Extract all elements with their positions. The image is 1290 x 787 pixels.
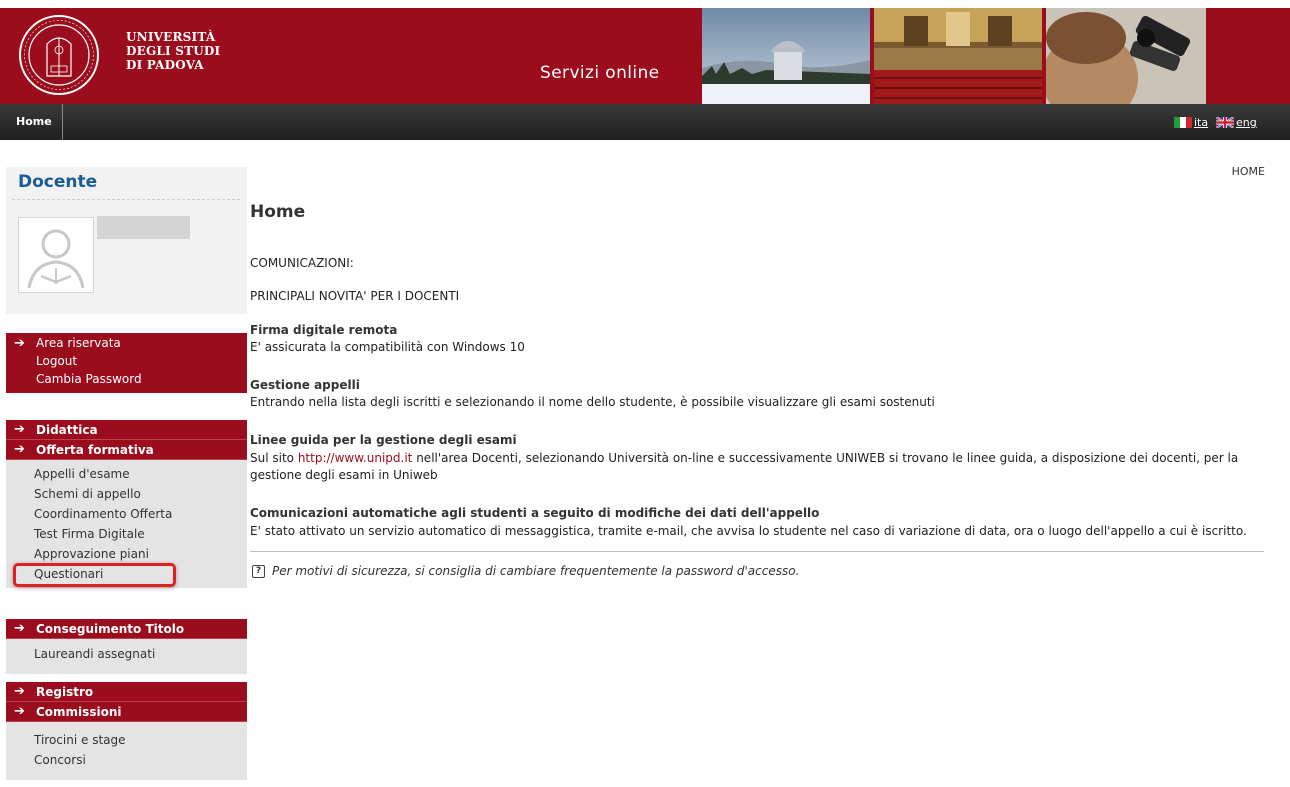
page-title: Home — [250, 202, 306, 222]
menu-header-didattica[interactable]: ➔ Didattica — [6, 420, 247, 440]
divider — [250, 551, 1264, 552]
menu-header-offerta-formativa[interactable]: ➔ Offerta formativa — [6, 440, 247, 460]
arrow-right-icon: ➔ — [14, 684, 25, 699]
user-name-placeholder — [97, 216, 190, 239]
lang-ita-link[interactable]: ita — [1194, 116, 1208, 129]
site-header: UNIVERSITÀ DEGLI STUDI DI PADOVA Servizi… — [0, 8, 1290, 104]
menu-item-approvazione-piani[interactable]: Approvazione piani — [6, 544, 247, 564]
university-name-line: UNIVERSITÀ — [126, 30, 216, 44]
arrow-right-icon: ➔ — [14, 704, 25, 719]
menu-header-registro[interactable]: ➔ Registro — [6, 682, 247, 702]
section-body-text: nell'area Docenti, selezionando Universi… — [412, 451, 1239, 465]
section-body: E' stato attivato un servizio automatico… — [250, 524, 1247, 538]
top-nav-bar: Home ita eng — [0, 104, 1290, 140]
divider — [12, 199, 240, 200]
menu-header-label: Offerta formativa — [36, 443, 154, 457]
registro-menu: ➔ Registro ➔ Commissioni Tirocini e stag… — [6, 682, 247, 780]
reserved-area-box: ➔ Area riservata Logout Cambia Password — [6, 333, 247, 393]
university-seal-logo[interactable] — [18, 14, 100, 96]
menu-item-test-firma-digitale[interactable]: Test Firma Digitale — [6, 524, 247, 544]
breadcrumb[interactable]: HOME — [1232, 165, 1265, 178]
menu-item-cambia-password[interactable]: Cambia Password — [36, 372, 142, 386]
menu-header-label: Commissioni — [36, 705, 122, 719]
section-body: gestione degli esami in Uniweb — [250, 468, 438, 482]
section-title: Firma digitale remota — [250, 323, 398, 337]
menu-item-laureandi-assegnati[interactable]: Laureandi assegnati — [6, 644, 247, 664]
section-body: Entrando nella lista degli iscritti e se… — [250, 395, 935, 409]
avatar-placeholder-icon — [18, 217, 94, 293]
menu-header-commissioni[interactable]: ➔ Commissioni — [6, 702, 247, 722]
conseguimento-menu: ➔ Conseguimento Titolo Laureandi assegna… — [6, 619, 247, 674]
menu-item-tirocini-stage[interactable]: Tirocini e stage — [6, 730, 247, 750]
commissioni-submenu: Tirocini e stage Concorsi — [6, 722, 247, 780]
menu-header-label: Conseguimento Titolo — [36, 622, 185, 636]
section-body-text: Sul sito — [250, 451, 298, 465]
university-name-line: DEGLI STUDI — [126, 44, 221, 58]
menu-item-appelli-esame[interactable]: Appelli d'esame — [6, 464, 247, 484]
security-note: Per motivi di sicurezza, si consiglia di… — [272, 564, 800, 578]
italian-flag-icon[interactable] — [1174, 117, 1192, 128]
section-title: Gestione appelli — [250, 378, 360, 392]
arrow-right-icon: ➔ — [14, 336, 25, 351]
arrow-right-icon: ➔ — [14, 442, 25, 457]
aula-magna-photo — [874, 8, 1042, 104]
arrow-right-icon: ➔ — [14, 422, 25, 437]
university-name: UNIVERSITÀ DEGLI STUDI DI PADOVA — [126, 30, 220, 72]
uk-flag-icon[interactable] — [1216, 117, 1234, 128]
menu-header-label: Didattica — [36, 423, 98, 437]
annotation-highlight — [13, 563, 176, 587]
university-name-line: DI PADOVA — [126, 58, 204, 72]
nav-home-link[interactable]: Home — [0, 104, 63, 140]
menu-item-concorsi[interactable]: Concorsi — [6, 750, 247, 770]
section-title: Comunicazioni automatiche agli studenti … — [250, 506, 820, 520]
menu-header-conseguimento-titolo[interactable]: ➔ Conseguimento Titolo — [6, 619, 247, 639]
novita-heading: PRINCIPALI NOVITA' PER I DOCENTI — [250, 289, 460, 303]
lang-eng-link[interactable]: eng — [1236, 116, 1257, 129]
microscope-photo — [1046, 8, 1206, 104]
sidebar-title: Docente — [18, 172, 98, 192]
section-body: E' assicurata la compatibilità con Windo… — [250, 340, 525, 354]
observatory-photo — [702, 8, 870, 104]
reserved-area-menu: ➔ Area riservata Logout Cambia Password — [6, 333, 247, 393]
menu-item-schemi-appello[interactable]: Schemi di appello — [6, 484, 247, 504]
comunicazioni-label: COMUNICAZIONI: — [250, 256, 354, 270]
unipd-link[interactable]: http://www.unipd.it — [298, 451, 413, 465]
conseguimento-submenu: Laureandi assegnati — [6, 639, 247, 674]
menu-header-label: Registro — [36, 685, 94, 699]
services-title: Servizi online — [540, 63, 660, 83]
menu-item-logout[interactable]: Logout — [36, 354, 77, 368]
section-title: Linee guida per la gestione degli esami — [250, 433, 517, 447]
section-body: Sul sito http://www.unipd.it nell'area D… — [250, 451, 1238, 466]
menu-item-coordinamento-offerta[interactable]: Coordinamento Offerta — [6, 504, 247, 524]
arrow-right-icon: ➔ — [14, 621, 25, 636]
help-icon: ? — [252, 565, 265, 578]
menu-item-area-riservata[interactable]: Area riservata — [36, 336, 121, 350]
user-profile-box: Docente — [6, 167, 247, 314]
